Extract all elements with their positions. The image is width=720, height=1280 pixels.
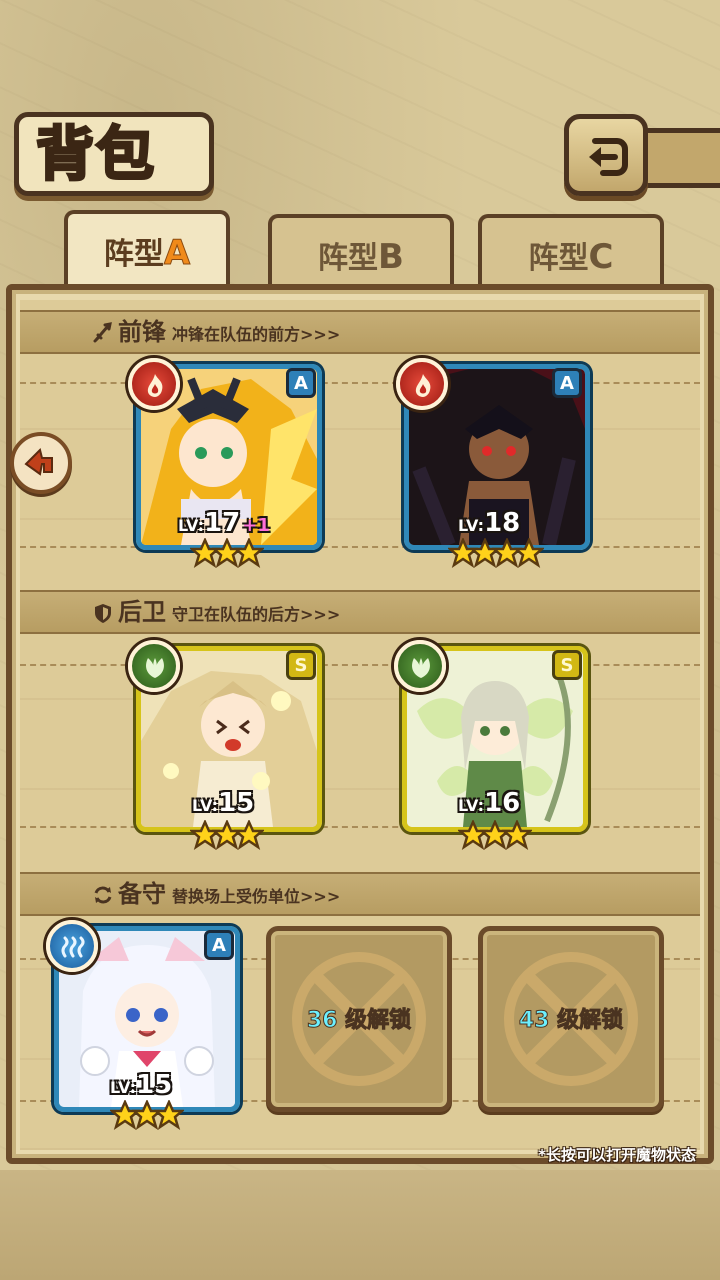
unlock-label: 级解锁 [557,1008,624,1034]
star-rating [458,820,532,850]
section-back-title: 后卫 [118,598,166,626]
unit-level: LV:18 [458,506,520,540]
level-value: 17 [204,508,241,538]
swap-cycle-icon [94,886,112,904]
star-rating [190,538,264,568]
tab-letter: B [378,237,404,277]
section-reserve-title: 备守 [118,880,166,908]
turn-arrow-icon [24,448,53,476]
tab-label: 阵型 [528,241,589,276]
track-line [20,664,700,668]
water-wave-icon [61,936,85,958]
level-bonus: +1 [242,515,270,536]
level-label: LV: [192,796,219,815]
rank-badge: S [286,650,316,680]
rank-badge: A [204,930,234,960]
nature-element-badge [128,640,180,692]
sword-icon [93,322,112,343]
fire-element-badge [396,358,448,410]
unlock-level-number: 43 [518,1008,550,1034]
track-line [20,382,700,386]
level-value: 16 [484,788,521,818]
star-rating [190,820,264,850]
star-icon [234,538,264,568]
unit-level: LV:17 +1 [178,506,270,540]
tab-label: 阵型 [318,241,379,276]
section-back-header: 后卫 守卫在队伍的后方>>> [92,590,340,634]
section-reserve-desc: 替换场上受伤单位>>> [172,887,341,906]
tab-formation-b[interactable]: 阵型B [268,214,454,284]
tab-formation-c[interactable]: 阵型C [478,214,664,284]
unlock-label: 级解锁 [345,1008,412,1034]
fire-icon [415,374,431,397]
level-label: LV: [458,516,485,535]
level-value: 15 [218,788,255,818]
level-value: 18 [484,508,521,538]
shield-icon [95,604,111,623]
tab-label: 阵型 [103,237,164,272]
section-front-header: 前锋 冲锋在队伍的前方>>> [92,310,340,354]
leaf-icon [146,658,164,678]
ground-background [0,1170,720,1280]
star-icon [154,1100,184,1130]
rank-badge: A [286,368,316,398]
unlock-level-text: 36 级解锁 [266,1004,452,1038]
fire-icon [147,374,163,397]
level-label: LV: [458,796,485,815]
unlock-level-number: 36 [306,1008,338,1034]
water-element-badge [46,920,98,972]
fire-element-badge [128,358,180,410]
unit-level: LV:16 [458,786,520,820]
level-label: LV: [110,1078,137,1097]
nature-element-badge [394,640,446,692]
star-icon [502,820,532,850]
rank-badge: A [552,368,582,398]
section-reserve-header: 备守 替换场上受伤单位>>> [92,872,340,916]
track-line [20,826,700,830]
unit-level: LV:15 [110,1068,172,1102]
star-icon [514,538,544,568]
unlock-level-text: 43 级解锁 [478,1004,664,1038]
star-rating [448,538,544,568]
level-label: LV: [178,516,205,535]
side-toggle-button[interactable] [10,432,72,494]
back-rail [640,128,720,188]
rank-badge: S [552,650,582,680]
level-value: 15 [136,1070,173,1100]
star-rating [110,1100,184,1130]
long-press-hint: *长按可以打开魔物状态 [538,1146,696,1164]
section-back-desc: 守卫在队伍的后方>>> [172,605,341,624]
tab-letter: C [588,237,614,277]
leaf-icon [412,658,430,678]
page-title: 背包 [35,119,157,190]
section-front-title: 前锋 [118,318,166,346]
tab-letter: A [163,233,191,274]
unit-level: LV:15 [192,786,254,820]
section-front-desc: 冲锋在队伍的前方>>> [172,325,341,344]
back-button[interactable] [564,114,648,196]
star-icon [234,820,264,850]
track-line [20,546,700,550]
tab-formation-a[interactable]: 阵型A [64,210,230,290]
return-arrow-icon [589,138,628,176]
